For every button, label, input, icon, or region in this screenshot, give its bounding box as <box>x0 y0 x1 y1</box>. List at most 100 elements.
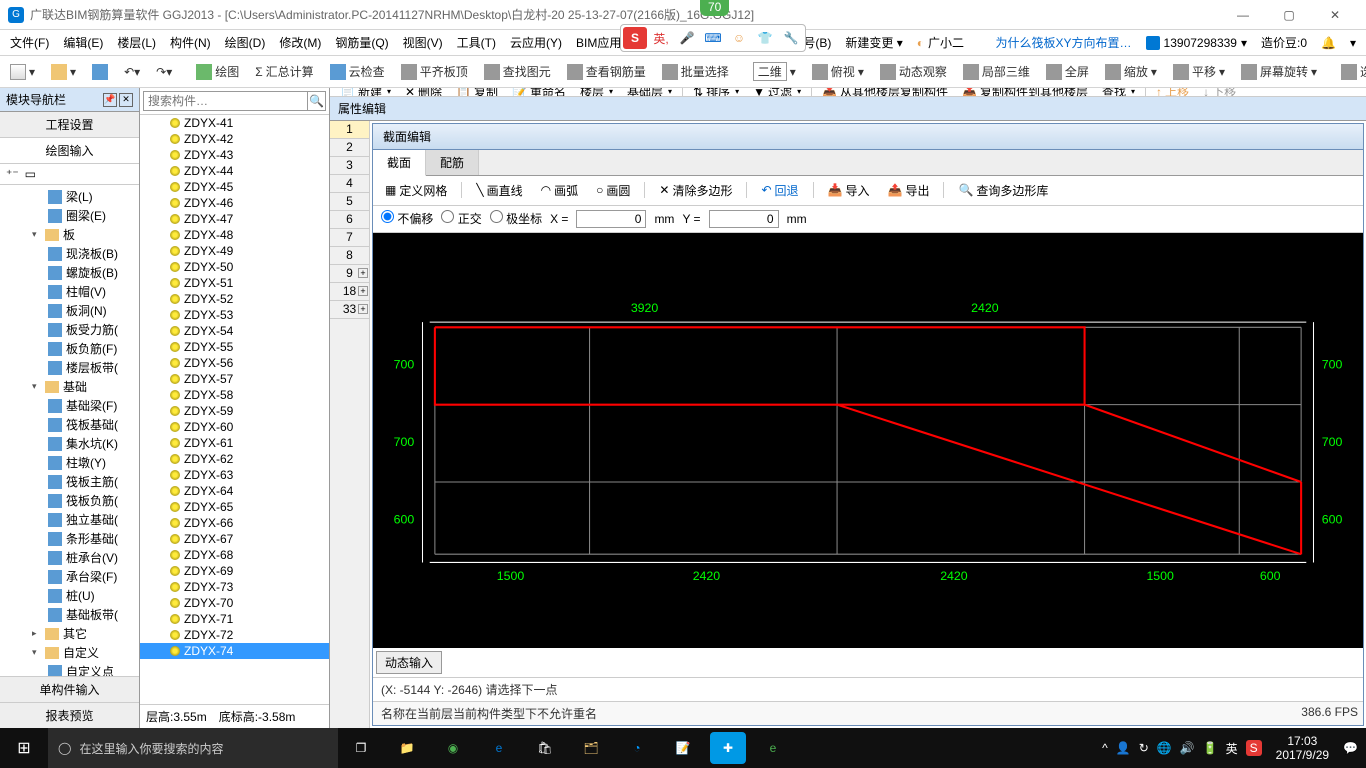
ime-toolbar[interactable]: S 英, 🎤 ⌨ ☺ 👕 🔧 <box>620 24 806 52</box>
tb-save[interactable] <box>88 62 112 82</box>
tree-lcbd[interactable]: 楼层板带( <box>0 358 139 377</box>
section-canvas[interactable]: 3920 2420 700 700 600 700 700 600 1500 2… <box>373 233 1363 649</box>
tray-ime-icon[interactable]: 英 <box>1226 740 1238 757</box>
list-item[interactable]: ZDYX-58 <box>140 387 329 403</box>
list-item[interactable]: ZDYX-71 <box>140 611 329 627</box>
list-item[interactable]: ZDYX-59 <box>140 403 329 419</box>
row-label[interactable]: 9+ <box>330 265 369 283</box>
sb-arc[interactable]: ◠ 画弧 <box>537 180 583 201</box>
tree-dljc[interactable]: 独立基础( <box>0 510 139 529</box>
menu-view[interactable]: 视图(V) <box>397 32 449 53</box>
tb-new[interactable]: ▾ <box>6 62 39 82</box>
tray-notifications-icon[interactable]: 💬 <box>1343 741 1358 755</box>
nav-close-icon[interactable]: ✕ <box>119 93 133 107</box>
tray-volume-icon[interactable]: 🔊 <box>1180 741 1195 755</box>
tree-xjb[interactable]: 现浇板(B) <box>0 244 139 263</box>
sb-libquery[interactable]: 🔍 查询多边形库 <box>954 180 1052 201</box>
app-ggj-icon[interactable]: ✚ <box>710 732 746 764</box>
close-button[interactable]: ✕ <box>1312 0 1358 30</box>
list-item[interactable]: ZDYX-50 <box>140 259 329 275</box>
x-input[interactable] <box>576 210 646 228</box>
menu-edit[interactable]: 编辑(E) <box>57 32 109 53</box>
menu-modify[interactable]: 修改(M) <box>273 32 327 53</box>
tree-fbjc[interactable]: 筏板基础( <box>0 415 139 434</box>
nav-expand-icon[interactable]: ⁺⁻ <box>6 167 19 181</box>
menu-phone[interactable]: 13907298339 ▾ <box>1140 34 1253 52</box>
list-item[interactable]: ZDYX-51 <box>140 275 329 291</box>
sb-line[interactable]: ╲ 画直线 <box>472 180 526 201</box>
nav-tab-settings[interactable]: 工程设置 <box>0 112 139 138</box>
ime-keyboard-icon[interactable]: ⌨ <box>701 27 725 49</box>
tb-rotate[interactable]: 屏幕旋转▾ <box>1237 61 1321 82</box>
ime-mic-icon[interactable]: 🎤 <box>675 27 699 49</box>
tb-zoom[interactable]: 缩放▾ <box>1101 61 1161 82</box>
tree-zdyd[interactable]: 自定义点 <box>0 662 139 676</box>
tree-bd[interactable]: 板洞(N) <box>0 301 139 320</box>
tree-lxb[interactable]: 螺旋板(B) <box>0 263 139 282</box>
row-label[interactable]: 5 <box>330 193 369 211</box>
tray-battery-icon[interactable]: 🔋 <box>1203 741 1218 755</box>
minimize-button[interactable]: — <box>1220 0 1266 30</box>
tree-beam[interactable]: 梁(L) <box>0 187 139 206</box>
tb-local3d[interactable]: 局部三维 <box>959 61 1034 82</box>
radio-nooffset[interactable]: 不偏移 <box>381 210 433 227</box>
tree-txjc[interactable]: 条形基础( <box>0 529 139 548</box>
row-label[interactable]: 3 <box>330 157 369 175</box>
menu-tools[interactable]: 工具(T) <box>451 32 502 53</box>
nav-btn-single[interactable]: 单构件输入 <box>0 676 139 702</box>
list-item[interactable]: ZDYX-45 <box>140 179 329 195</box>
tree-zct[interactable]: 桩承台(V) <box>0 548 139 567</box>
tree-zm[interactable]: 柱帽(V) <box>0 282 139 301</box>
tree-jsk[interactable]: 集水坑(K) <box>0 434 139 453</box>
nav-btn-report[interactable]: 报表预览 <box>0 702 139 728</box>
nav-pin-icon[interactable]: 📌 <box>103 93 117 107</box>
list-item[interactable]: ZDYX-42 <box>140 131 329 147</box>
row-label[interactable]: 1 <box>330 121 369 139</box>
tb-sort[interactable]: ⇅ 排序 <box>689 88 743 97</box>
sb-grid[interactable]: ▦ 定义网格 <box>381 180 451 201</box>
tree-jcbd[interactable]: 基础板带( <box>0 605 139 624</box>
sb-circle[interactable]: ○ 画圆 <box>592 180 634 201</box>
y-input[interactable] <box>709 210 779 228</box>
ime-face-icon[interactable]: ☺ <box>727 27 751 49</box>
sb-import[interactable]: 📥 导入 <box>824 180 874 201</box>
search-icon[interactable]: 🔍 <box>308 91 326 111</box>
tb-batchsel[interactable]: 批量选择 <box>658 61 733 82</box>
tb-find2[interactable]: 查找 <box>1098 88 1139 97</box>
ime-tshirt-icon[interactable]: 👕 <box>753 27 777 49</box>
row-label[interactable]: 2 <box>330 139 369 157</box>
list-item[interactable]: ZDYX-49 <box>140 243 329 259</box>
ime-lang-icon[interactable]: 英, <box>649 27 673 49</box>
tb-movedown[interactable]: ↓ 下移 <box>1199 88 1240 97</box>
app-360se-icon[interactable]: e <box>750 728 796 768</box>
list-item[interactable]: ZDYX-55 <box>140 339 329 355</box>
tree-fbzj[interactable]: 筏板主筋( <box>0 472 139 491</box>
app-folder-icon[interactable]: 📁 <box>384 728 430 768</box>
list-item[interactable]: ZDYX-66 <box>140 515 329 531</box>
list-item[interactable]: ZDYX-65 <box>140 499 329 515</box>
taskbar-search[interactable]: ◯ 在这里输入你要搜索的内容 <box>48 728 338 768</box>
tb-selfloor[interactable]: 选择楼层 <box>1337 61 1366 82</box>
tb-rename[interactable]: 📝 重命名 <box>508 88 570 97</box>
list-item[interactable]: ZDYX-52 <box>140 291 329 307</box>
maximize-button[interactable]: ▢ <box>1266 0 1312 30</box>
tb-open[interactable]: ▾ <box>47 62 80 82</box>
tb-orbit[interactable]: 动态观察 <box>876 61 951 82</box>
menu-rebar[interactable]: 钢筋量(Q) <box>329 32 394 53</box>
list-item[interactable]: ZDYX-48 <box>140 227 329 243</box>
tb-topview[interactable]: 俯视▾ <box>808 61 868 82</box>
member-search-input[interactable] <box>143 91 308 111</box>
tb-filter[interactable]: ▼ 过滤 <box>749 88 805 97</box>
menu-member[interactable]: 构件(N) <box>164 32 217 53</box>
tb-viewrebar[interactable]: 查看钢筋量 <box>563 61 650 82</box>
taskbar-clock[interactable]: 17:03 2017/9/29 <box>1270 734 1335 763</box>
menu-draw[interactable]: 绘图(D) <box>219 32 272 53</box>
row-label[interactable]: 33+ <box>330 301 369 319</box>
tb-floor-sel[interactable]: 楼层 <box>576 88 617 97</box>
nav-collapse-icon[interactable]: ▭ <box>25 167 36 181</box>
nav-tab-draw[interactable]: 绘图输入 <box>0 138 139 164</box>
tree-zdy-folder[interactable]: ▾自定义 <box>0 643 139 662</box>
tb-sum[interactable]: Σ 汇总计算 <box>251 61 317 82</box>
tb-redo[interactable]: ↷▾ <box>152 63 176 81</box>
list-item[interactable]: ZDYX-44 <box>140 163 329 179</box>
